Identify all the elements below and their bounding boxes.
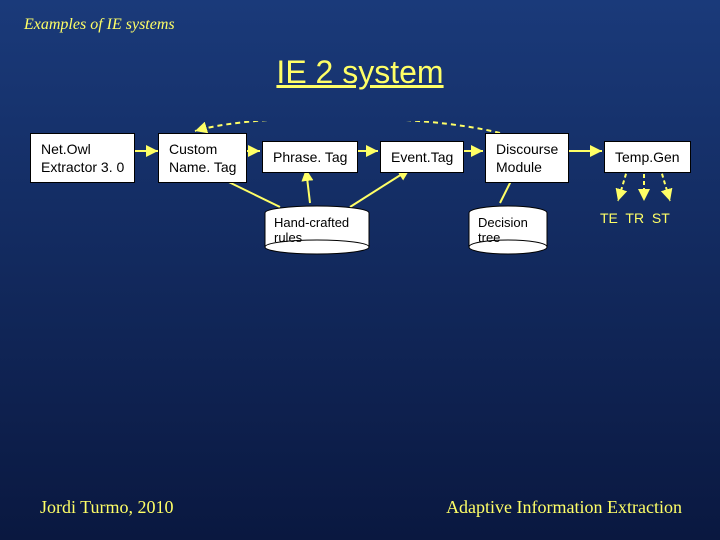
box-event-text: Event.Tag (391, 149, 453, 165)
footer-author: Jordi Turmo, 2010 (40, 497, 174, 518)
pipeline-diagram: Net.Owl Extractor 3. 0 Custom Name. Tag … (0, 121, 720, 341)
slide-header: Examples of IE systems (0, 0, 720, 34)
box-tempgen-text: Temp.Gen (615, 149, 680, 165)
box-phrase: Phrase. Tag (262, 141, 358, 173)
db-handcrafted: Hand-crafted rules (262, 205, 372, 260)
box-netowl: Net.Owl Extractor 3. 0 (30, 133, 135, 183)
box-phrase-text: Phrase. Tag (273, 149, 347, 165)
outputs-label: TE TR ST (600, 209, 670, 227)
box-custom-text: Custom Name. Tag (169, 141, 236, 175)
db-handcrafted-label: Hand-crafted rules (274, 215, 349, 245)
footer-topic: Adaptive Information Extraction (446, 497, 682, 518)
db-decision-label: Decision tree (478, 215, 528, 245)
box-custom: Custom Name. Tag (158, 133, 247, 183)
box-event: Event.Tag (380, 141, 464, 173)
db-decision: Decision tree (466, 205, 551, 260)
slide-title: IE 2 system (0, 54, 720, 91)
box-netowl-line1: Net.Owl Extractor 3. 0 (41, 141, 124, 175)
box-discourse: Discourse Module (485, 133, 569, 183)
box-tempgen: Temp.Gen (604, 141, 691, 173)
box-discourse-text: Discourse Module (496, 141, 558, 175)
